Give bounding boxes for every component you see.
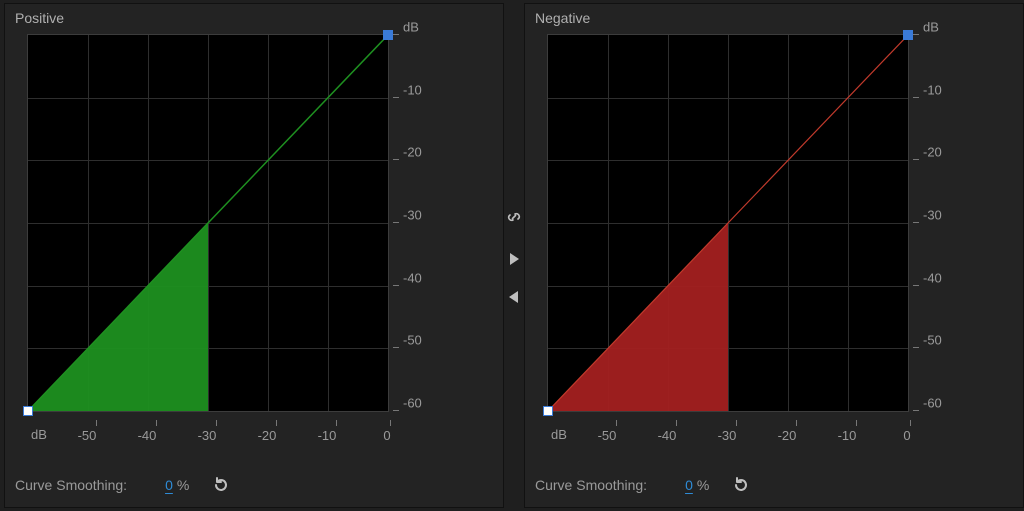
- curve-smoothing-label: Curve Smoothing:: [535, 477, 647, 493]
- y-tick-label: -50: [923, 333, 942, 348]
- y-tick-label: -10: [923, 82, 942, 97]
- y-tick-label: -40: [403, 270, 422, 285]
- x-tick-label: -50: [78, 428, 97, 443]
- curve-handle-end[interactable]: [903, 30, 913, 40]
- x-tick-label: -30: [718, 428, 737, 443]
- reset-button[interactable]: [211, 475, 231, 495]
- curve-line: [548, 35, 908, 411]
- x-axis-unit: dB: [551, 427, 567, 442]
- x-axis-unit: dB: [31, 427, 47, 442]
- curve-handle-start[interactable]: [23, 406, 33, 416]
- y-tick-label: dB: [403, 20, 419, 35]
- reset-button[interactable]: [731, 475, 751, 495]
- x-axis: dB -50 -40 -30 -20 -10 0: [27, 420, 387, 442]
- curve-smoothing-row: Curve Smoothing: 0 %: [535, 475, 751, 495]
- y-axis: dB -10 -20 -30 -40 -50 -60: [393, 34, 453, 410]
- y-tick-label: -30: [923, 208, 942, 223]
- x-tick-label: -10: [318, 428, 337, 443]
- x-tick-label: -50: [598, 428, 617, 443]
- x-axis: dB -50 -40 -30 -20 -10 0: [547, 420, 907, 442]
- positive-panel: Positive: [4, 3, 504, 508]
- link-panels-button[interactable]: [504, 207, 524, 227]
- y-tick-label: -60: [403, 396, 422, 411]
- copy-to-negative-button[interactable]: [504, 249, 524, 269]
- curve-handle-end[interactable]: [383, 30, 393, 40]
- curve-smoothing-input[interactable]: 0: [165, 477, 173, 493]
- curve-smoothing-label: Curve Smoothing:: [15, 477, 127, 493]
- x-tick-label: -40: [658, 428, 677, 443]
- y-tick-label: -50: [403, 333, 422, 348]
- curve-handle-start[interactable]: [543, 406, 553, 416]
- y-tick-label: -30: [403, 208, 422, 223]
- arrow-left-icon: [508, 290, 520, 304]
- negative-curve-editor[interactable]: [547, 34, 909, 412]
- curve-smoothing-row: Curve Smoothing: 0 %: [15, 475, 231, 495]
- positive-curve-editor[interactable]: [27, 34, 389, 412]
- arrow-right-icon: [508, 252, 520, 266]
- undo-icon: [212, 476, 230, 494]
- y-axis: dB -10 -20 -30 -40 -50 -60: [913, 34, 973, 410]
- x-tick-label: -30: [198, 428, 217, 443]
- x-tick-label: -20: [258, 428, 277, 443]
- x-tick-label: -20: [778, 428, 797, 443]
- positive-title: Positive: [15, 10, 64, 26]
- y-tick-label: -40: [923, 270, 942, 285]
- link-controls: [504, 3, 524, 511]
- curve-line: [28, 35, 388, 411]
- x-tick-label: -10: [838, 428, 857, 443]
- y-tick-label: -10: [403, 82, 422, 97]
- curve-smoothing-unit: %: [177, 477, 189, 493]
- curve-smoothing-input[interactable]: 0: [685, 477, 693, 493]
- y-tick-label: -20: [403, 145, 422, 160]
- link-icon: [506, 209, 522, 225]
- curve-smoothing-unit: %: [697, 477, 709, 493]
- x-tick-label: 0: [383, 428, 390, 443]
- y-tick-label: -60: [923, 396, 942, 411]
- copy-to-positive-button[interactable]: [504, 287, 524, 307]
- negative-panel: Negative dB -10 -20 -30: [524, 3, 1024, 508]
- negative-title: Negative: [535, 10, 590, 26]
- y-tick-label: dB: [923, 20, 939, 35]
- undo-icon: [732, 476, 750, 494]
- y-tick-label: -20: [923, 145, 942, 160]
- x-tick-label: 0: [903, 428, 910, 443]
- x-tick-label: -40: [138, 428, 157, 443]
